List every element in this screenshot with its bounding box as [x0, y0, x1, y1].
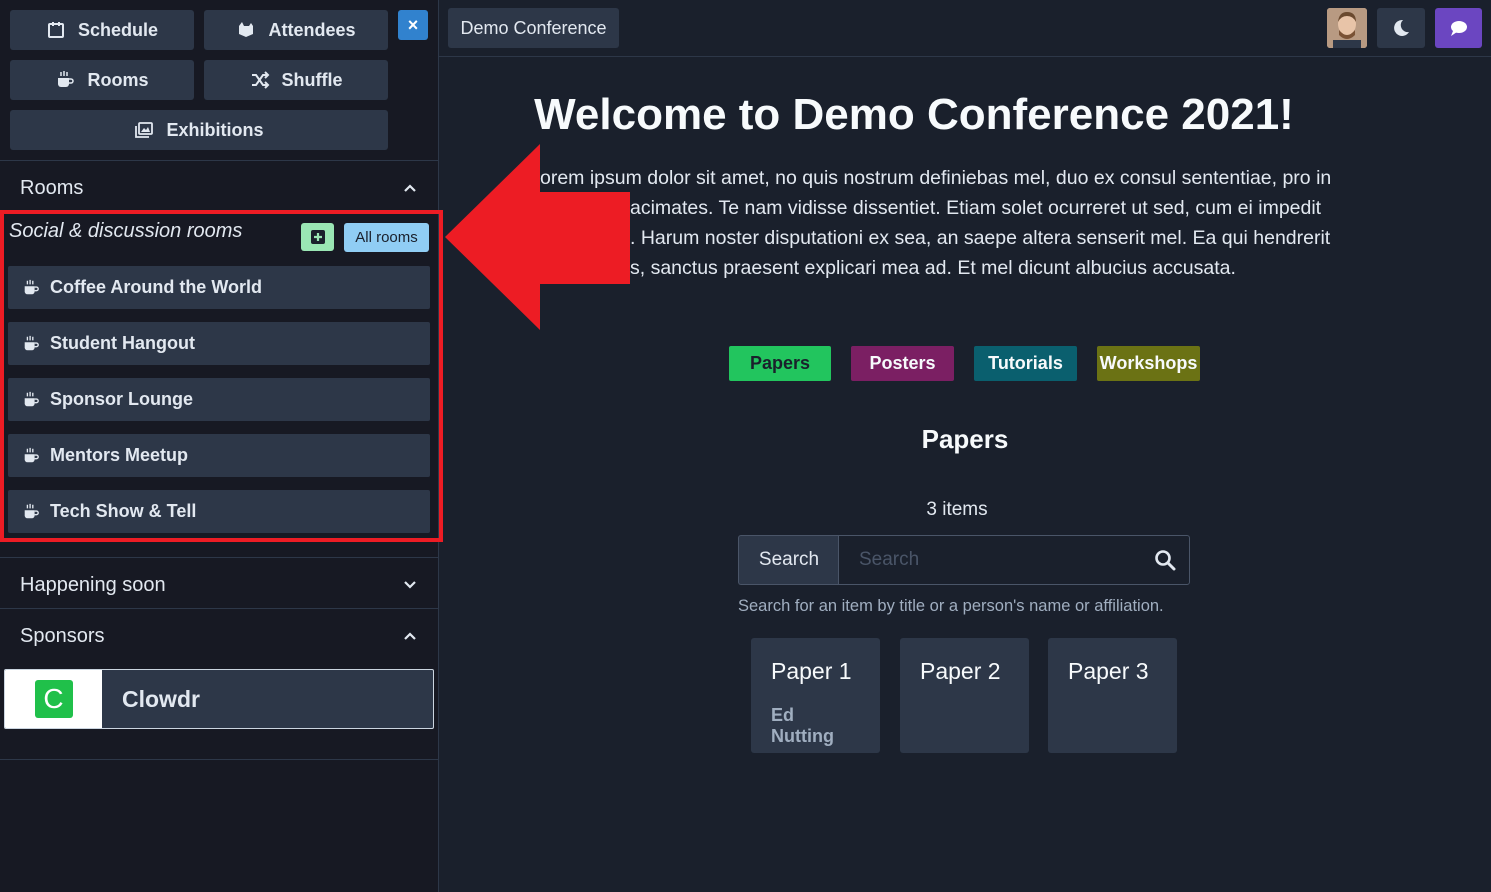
happening-soon-title: Happening soon	[20, 573, 166, 596]
paper-title: Paper 1	[771, 658, 852, 684]
room-item[interactable]: Sponsor Lounge	[8, 378, 430, 421]
paper-title: Paper 2	[920, 658, 1001, 684]
shuffle-button[interactable]: Shuffle	[204, 60, 388, 100]
all-rooms-button[interactable]: All rooms	[344, 223, 429, 252]
user-avatar-icon	[1327, 8, 1367, 48]
welcome-title: Welcome to Demo Conference 2021!	[534, 90, 1294, 139]
tag-workshops[interactable]: Workshops	[1097, 346, 1200, 381]
divider	[0, 759, 438, 760]
tag-posters[interactable]: Posters	[851, 346, 954, 381]
sponsor-card[interactable]: C Clowdr	[4, 669, 434, 729]
exhibitions-label: Exhibitions	[166, 119, 264, 140]
cat-icon	[239, 22, 254, 37]
top-bar: Demo Conference	[439, 0, 1491, 57]
red-arrow-annotation	[445, 144, 630, 330]
chat-icon	[1450, 21, 1467, 36]
room-item[interactable]: Tech Show & Tell	[8, 490, 430, 533]
tag-tutorials[interactable]: Tutorials	[974, 346, 1077, 381]
search-help-text: Search for an item by title or a person'…	[738, 597, 1164, 615]
add-room-button[interactable]	[301, 223, 334, 251]
sponsor-logo-letter: C	[34, 680, 73, 718]
coffee-icon	[24, 391, 39, 406]
close-icon: ×	[407, 14, 419, 35]
paper-card[interactable]: Paper 3	[1048, 638, 1177, 753]
room-label: Mentors Meetup	[50, 445, 189, 465]
intro-line: acimates. Te nam vidisse dissentiet. Eti…	[630, 197, 1322, 219]
theme-toggle-button[interactable]	[1377, 8, 1425, 48]
paper-card[interactable]: Paper 2	[900, 638, 1029, 753]
section-title: Papers	[921, 424, 1009, 454]
intro-line: orem ipsum dolor sit amet, no quis nostr…	[540, 167, 1332, 189]
chevron-down-icon	[404, 581, 416, 589]
chevron-up-icon	[404, 184, 416, 192]
coffee-icon	[24, 503, 39, 518]
sponsor-name: Clowdr	[122, 685, 200, 712]
coffee-icon	[58, 71, 75, 87]
coffee-icon	[24, 279, 39, 294]
divider	[0, 160, 438, 161]
chat-button[interactable]	[1435, 8, 1482, 48]
intro-line: s, sanctus praesent explicari mea ad. Et…	[630, 257, 1236, 279]
rooms-button[interactable]: Rooms	[10, 60, 194, 100]
close-sidebar-button[interactable]: ×	[398, 10, 428, 40]
schedule-label: Schedule	[77, 19, 159, 40]
tag-papers[interactable]: Papers	[729, 346, 831, 381]
intro-line: . Harum noster disputationi ex sea, an s…	[630, 227, 1331, 249]
shuffle-icon	[251, 71, 269, 89]
schedule-button[interactable]: Schedule	[10, 10, 194, 50]
search-input[interactable]	[838, 535, 1190, 585]
search-icon[interactable]	[1154, 549, 1176, 571]
exhibitions-button[interactable]: Exhibitions	[10, 110, 388, 150]
plus-square-icon	[310, 230, 325, 244]
chevron-up-icon	[404, 632, 416, 640]
sponsors-title: Sponsors	[20, 624, 105, 647]
divider	[0, 608, 438, 609]
images-icon	[135, 122, 154, 138]
room-item[interactable]: Coffee Around the World	[8, 266, 430, 309]
room-item[interactable]: Student Hangout	[8, 322, 430, 365]
conference-button[interactable]: Demo Conference	[448, 8, 619, 48]
sponsor-logo: C	[5, 670, 102, 728]
calendar-icon	[47, 22, 64, 38]
room-label: Student Hangout	[50, 333, 195, 353]
rooms-section-toggle[interactable]: Rooms	[0, 163, 438, 213]
attendees-label: Attendees	[268, 19, 356, 40]
happening-soon-toggle[interactable]: Happening soon	[0, 560, 438, 610]
items-count: 3 items	[926, 499, 988, 520]
paper-title: Paper 3	[1068, 658, 1149, 684]
room-label: Tech Show & Tell	[50, 501, 197, 521]
intro-text: orem ipsum dolor sit amet, no quis nostr…	[540, 163, 1360, 283]
sponsors-toggle[interactable]: Sponsors	[0, 611, 438, 661]
room-label: Sponsor Lounge	[50, 389, 193, 409]
rooms-label: Rooms	[87, 69, 149, 90]
divider	[0, 557, 438, 558]
attendees-button[interactable]: Attendees	[204, 10, 388, 50]
rooms-section-title: Rooms	[20, 176, 84, 199]
room-item[interactable]: Mentors Meetup	[8, 434, 430, 477]
moon-icon	[1394, 19, 1409, 36]
search-addon-label: Search	[738, 535, 839, 585]
rooms-subheading: Social & discussion rooms	[9, 220, 243, 242]
paper-author: Ed Nutting	[771, 705, 834, 746]
room-label: Coffee Around the World	[50, 277, 262, 297]
shuffle-label: Shuffle	[281, 69, 343, 90]
paper-card[interactable]: Paper 1 Ed Nutting	[751, 638, 880, 753]
avatar[interactable]	[1327, 8, 1367, 48]
coffee-icon	[24, 335, 39, 350]
coffee-icon	[24, 447, 39, 462]
